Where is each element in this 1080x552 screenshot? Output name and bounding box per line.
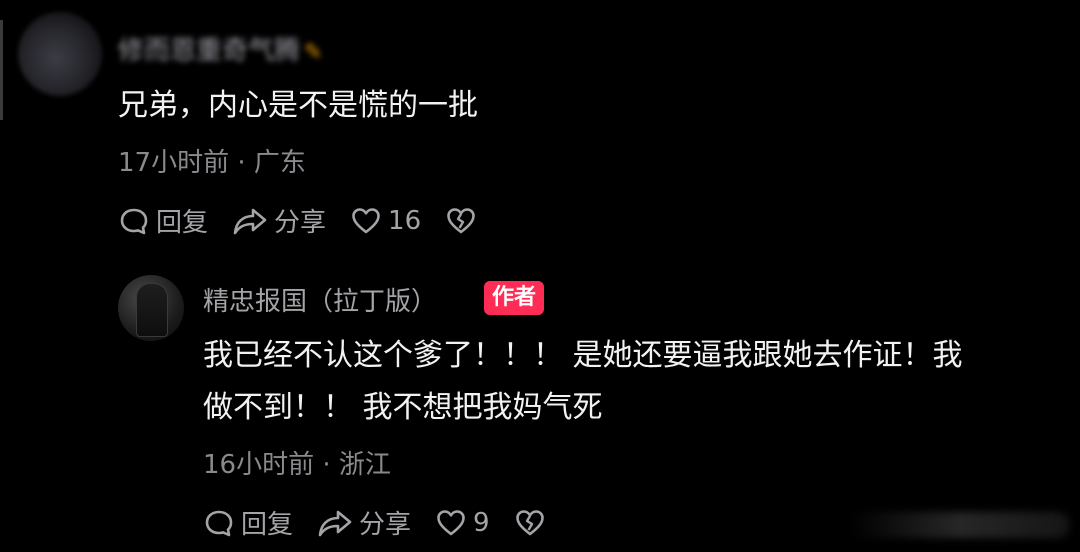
share-label: 分享 [274,208,327,238]
share-icon [318,510,352,536]
comment-meta: 17小时前 · 广东 [118,148,306,178]
left-edge-divider [0,20,3,120]
dislike-button[interactable] [445,205,483,237]
comment-username[interactable]: 修而恩重奇气腾 ✎ [118,30,322,67]
reply-actions: 回复 分享 9 [203,504,576,541]
heart-icon [437,509,465,535]
like-button[interactable]: 16 [350,205,421,237]
reply-button[interactable]: 回复 [118,202,208,239]
comment-text: 兄弟，内心是不是慌的一批 [118,88,478,123]
comment-actions: 回复 分享 16 [118,202,507,239]
avatar[interactable] [18,12,102,96]
reply-icon [120,208,148,234]
broken-heart-icon [447,207,475,233]
heart-icon [352,207,380,233]
share-icon [233,208,267,234]
author-badge: 作者 [484,281,545,315]
reply-meta: 16小时前 · 浙江 [203,450,391,480]
username-text: 修而恩重奇气腾 [118,36,301,66]
share-label: 分享 [359,510,412,540]
share-button[interactable]: 分享 [317,504,411,541]
like-button[interactable]: 9 [435,507,490,539]
like-count: 9 [473,507,490,538]
share-button[interactable]: 分享 [232,202,326,239]
like-count: 16 [388,205,422,236]
reply-text-line-2: 做不到！！ 我不想把我妈气死 [203,390,603,425]
reply-button[interactable]: 回复 [203,504,293,541]
reply-username[interactable]: 精忠报国（拉丁版） [203,281,437,318]
dislike-button[interactable] [514,507,552,539]
reply-icon [205,510,233,536]
pencil-icon: ✎ [304,40,323,65]
reply-text-line-1: 我已经不认这个爹了！！！ 是她还要逼我跟她去作证！我 [203,338,963,373]
blurred-watermark [850,512,1070,538]
avatar-figure [136,283,168,337]
reply-label: 回复 [156,208,209,238]
reply-label: 回复 [241,510,294,540]
author-avatar[interactable] [118,275,184,341]
broken-heart-icon [515,509,544,535]
